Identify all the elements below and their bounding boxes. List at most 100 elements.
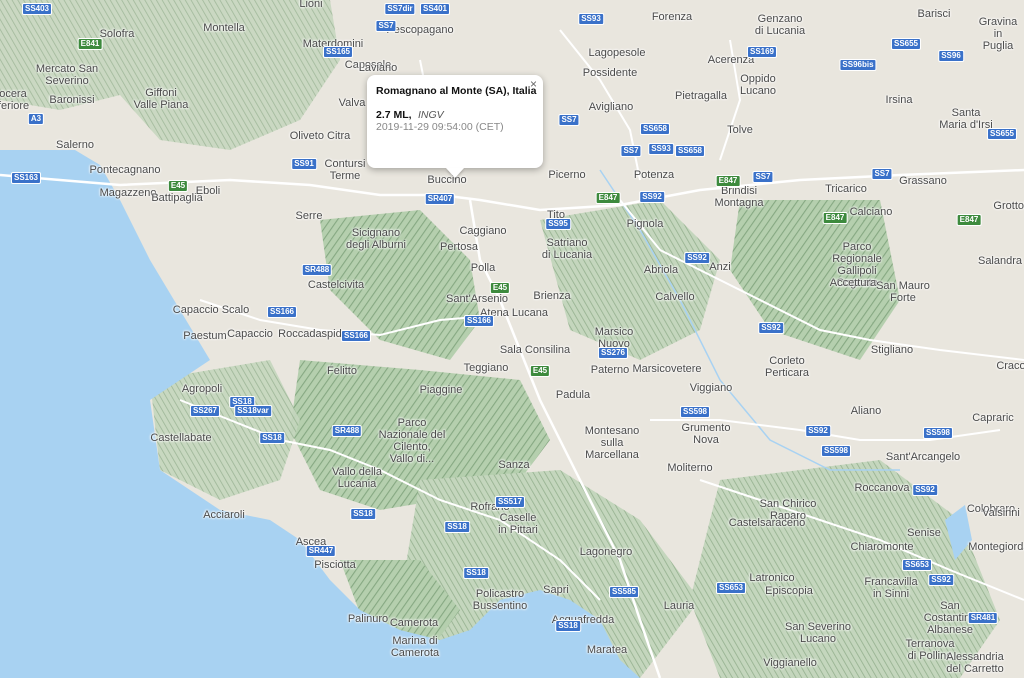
popup-pointer [446,168,464,178]
place-label: Stigliano [870,344,914,356]
place-label: Craco [996,360,1024,372]
place-label: Felitto [327,365,357,377]
road-shield: SS166 [463,315,495,327]
place-label: Possidente [582,67,638,79]
road-shield: E847 [956,214,982,226]
road-shield: SS92 [639,191,665,203]
place-label: Castelsaraceno [728,517,806,529]
place-label: Episcopia [765,585,813,597]
place-label: Serre [295,210,323,222]
place-label: Sanza [498,459,530,471]
road-shield: SR488 [301,264,333,276]
place-label: San Severino Lucano [784,621,852,645]
place-label: Grassano [899,175,947,187]
road-shield: SS7 [871,168,893,180]
place-label: Marsicovetere [632,363,702,375]
place-label: Grumento Nova [681,422,731,446]
place-label: Tricarico [825,183,867,195]
road-shield: SS169 [746,46,778,58]
place-label: Valsinni [982,507,1020,519]
place-label: Nocera Inferiore [0,88,30,112]
road-shield: SS7 [558,114,580,126]
road-shield: E847 [595,192,621,204]
road-shield: SS93 [648,143,674,155]
place-label: Agropoli [181,383,223,395]
place-label: Anzi [709,261,731,273]
road-shield: SS653 [715,582,747,594]
road-shield: SS267 [189,405,221,417]
place-label: Picerno [548,169,586,181]
road-shield: SS585 [608,586,640,598]
road-shield: SS7 [620,145,642,157]
map-canvas[interactable]: Lioni Pescopagano Forenza Genzano di Lucani… [0,0,1024,678]
place-label: Calvello [655,291,695,303]
place-label: Barisci [917,8,951,20]
place-label: Corleto Perticara [764,355,810,379]
place-label: Lioni [299,0,323,10]
close-icon[interactable]: × [530,77,537,91]
road-shield: E45 [167,180,189,192]
place-label: Sapri [543,584,569,596]
road-shield: SS18 [444,521,470,533]
road-shield: SS93 [578,13,604,25]
road-shield: SS92 [684,252,710,264]
place-label: Santa Maria d'Irsi [939,107,993,131]
road-shield: SR407 [424,193,456,205]
road-shield: SS18 [350,508,376,520]
road-shield: E841 [77,38,103,50]
place-label: Alessandria del Carretto [946,651,1004,675]
place-label: Irsina [885,94,913,106]
place-label: Parco Nazionale del Cilento, Vallo di... [378,417,446,465]
road-shield: SS96bis [839,59,877,71]
place-label: Montegiordano [968,541,1024,553]
place-label: Vallo della Lucania [332,466,382,490]
place-label: Grottole [993,200,1024,212]
place-label: Mercato San Severino [35,63,99,87]
place-label: Castellabate [150,432,212,444]
place-label: Tolve [727,124,753,136]
place-label: Viggianello [763,657,817,669]
place-label: Pietragalla [675,90,727,102]
place-label: Viggiano [689,382,733,394]
place-label: Paterno [590,364,630,376]
place-label: Giffoni Valle Piana [133,87,189,111]
place-label: Senise [907,527,941,539]
place-label: Accettura [829,277,877,289]
place-label: Marina di Camerota [390,635,440,659]
place-label: Montella [203,22,245,34]
place-label: Salerno [56,139,94,151]
place-label: Pisciotta [314,559,356,571]
place-label: Pontecagnano [89,164,161,176]
road-shield: SS92 [912,484,938,496]
place-label: Sant'Arcangelo [885,451,961,463]
popup-magnitude: 2.7 ML, [376,109,412,121]
place-label: Teggiano [463,362,509,374]
place-label: Latronico [749,572,795,584]
place-label: Pignola [626,218,664,230]
road-shield: SS96 [938,50,964,62]
road-shield: SS658 [639,123,671,135]
road-shield: SS165 [322,46,354,58]
place-label: Sant'Arsenio [445,293,509,305]
road-shield: A3 [27,113,45,125]
place-label: Pertosa [440,241,478,253]
place-label: Oliveto Citra [289,130,351,142]
road-shield: SS598 [820,445,852,457]
road-shield: SS658 [674,145,706,157]
road-shield: SS7 [375,20,397,32]
place-label: Capaccio Scalo [172,304,250,316]
road-shield: SS517 [494,496,526,508]
place-label: Capaccio [227,328,273,340]
place-label: Avigliano [588,101,634,113]
road-shield: SS655 [986,128,1018,140]
place-label: Salandra [977,255,1023,267]
road-shield: SS7dir [384,3,416,15]
road-shield: E847 [822,212,848,224]
place-label: Brindisi Montagna [714,185,764,209]
popup-source: INGV [418,109,444,121]
place-label: Roccanova [854,482,910,494]
popup-title: Romagnano al Monte (SA), Italia [376,85,537,97]
place-label: Moliterno [667,462,713,474]
place-label: San Mauro Forte [876,280,930,304]
road-shield: SS92 [928,574,954,586]
